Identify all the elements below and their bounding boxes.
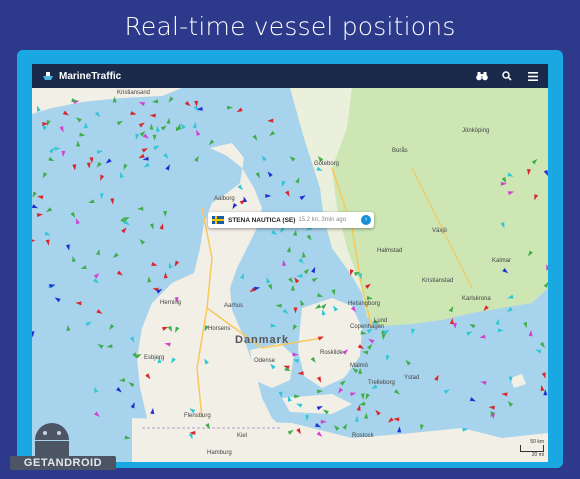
place-label: Trelleborg [368,380,395,386]
place-label: Rostock [352,433,374,439]
vessel-info: 15.2 kn, 3min ago [298,217,347,223]
scale-bar [520,445,544,452]
place-label: Halmstad [377,248,403,254]
place-label: Aalborg [214,196,235,202]
place-label: Aarhus [224,303,244,309]
watermark-text: GETANDROID [10,456,116,470]
app-screen: MarineTraffic Kristiansand Göteborg Borå… [32,64,548,462]
place-label: Göteborg [314,161,340,167]
place-label: Ystad [404,375,420,381]
place-label: Hamburg [207,450,232,456]
place-label: Esbjerg [144,355,165,361]
place-label: Malmö [350,363,369,369]
place-label: Lund [374,318,388,324]
android-robot-icon [35,423,69,458]
scale-mi: 20 mi [531,452,544,458]
place-label: Växjö [432,228,448,234]
app-name: MarineTraffic [59,70,122,82]
app-brand[interactable]: MarineTraffic [41,68,121,84]
country-label: Danmark [235,334,290,346]
vessel-popup[interactable]: STENA NAUTICA (SE) 15.2 kn, 3min ago › [208,212,374,228]
vessel-name: STENA NAUTICA (SE) [228,216,296,224]
place-label: Kristianstad [422,278,454,284]
search-button[interactable] [498,67,516,85]
chevron-right-icon[interactable]: › [361,215,371,225]
map-scale: 50 km 20 mi [520,439,544,458]
place-label: Helsingborg [348,301,381,307]
menu-button[interactable] [524,67,542,85]
menu-icon [528,71,538,81]
search-icon [502,71,512,81]
watermark: GETANDROID [5,418,117,474]
place-label: Horsens [208,326,231,332]
sweden-flag-icon [212,216,224,224]
binoculars-button[interactable] [473,67,491,85]
place-label: Kiel [237,433,248,439]
vessel-map[interactable]: Kristiansand Göteborg Borås Jönköping Ha… [32,88,548,462]
headline: Real-time vessel positions [124,12,456,41]
place-label: Herning [160,300,182,306]
place-label: Odense [254,358,276,364]
place-label: Borås [392,148,408,154]
place-label: Flensburg [184,413,211,419]
place-label: Copenhagen [350,324,385,330]
map-canvas[interactable] [32,88,548,462]
place-label: Karlskrona [462,296,491,302]
place-label: Jönköping [462,128,490,134]
app-toolbar: MarineTraffic [32,64,548,88]
place-label: Kristiansand [117,90,151,96]
place-label: Kalmar [492,258,512,264]
binoculars-icon [476,72,488,81]
ship-logo-icon [43,72,53,80]
place-label: Roskilde [320,350,344,356]
